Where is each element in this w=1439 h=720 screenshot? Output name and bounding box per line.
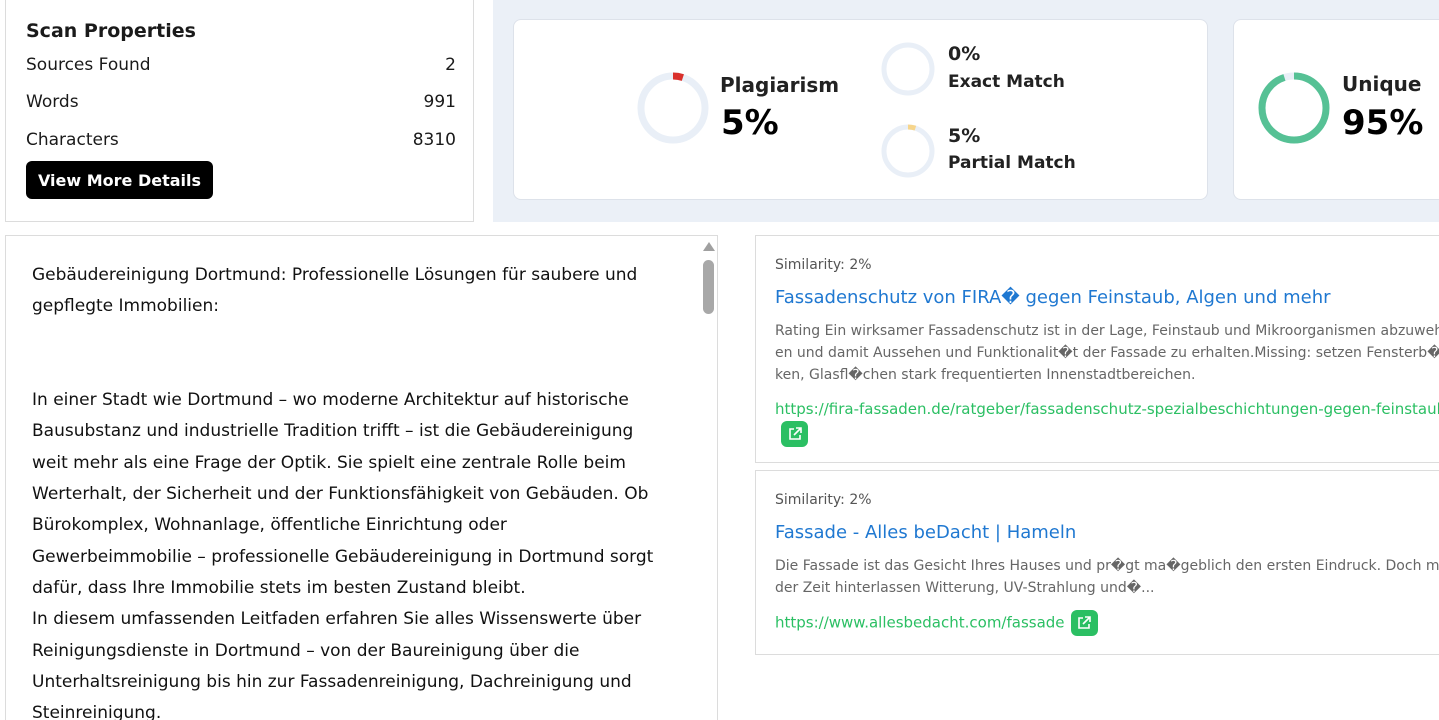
similarity-label: Similarity: 2%	[775, 492, 872, 508]
source-snippet: Die Fassade ist das Gesicht Ihres Hauses…	[775, 558, 1439, 596]
source-card: Similarity: 2% Fassade - Alles beDacht |…	[755, 470, 1439, 655]
unique-value: 95%	[1342, 103, 1424, 143]
unique-donut	[1258, 72, 1330, 144]
stats-panel: Plagiarism 5% 0% Exact Match 5% Partial …	[493, 0, 1439, 222]
source-snippet: Rating Ein wirksamer Fassadenschutz ist …	[775, 323, 1439, 383]
unique-card: Unique 95%	[1233, 19, 1439, 200]
words-value: 991	[423, 92, 456, 112]
view-more-details-button[interactable]: View More Details	[26, 161, 213, 199]
sources-found-value: 2	[445, 55, 456, 75]
plagiarism-donut	[637, 72, 709, 144]
words-row: Words 991	[26, 92, 456, 112]
unique-label: Unique	[1342, 72, 1422, 96]
scroll-up-arrow-icon[interactable]	[703, 242, 715, 251]
plagiarism-donut-track	[637, 72, 709, 144]
plagiarism-card: Plagiarism 5% 0% Exact Match 5% Partial …	[513, 19, 1208, 200]
scan-properties-card: Scan Properties Sources Found 2 Words 99…	[5, 0, 474, 222]
source-url-link[interactable]: https://fira-fassaden.de/ratgeber/fassad…	[775, 400, 1439, 418]
source-url-link[interactable]: https://www.allesbedacht.com/fassade	[775, 614, 1065, 632]
scan-properties-title: Scan Properties	[26, 20, 196, 42]
characters-label: Characters	[26, 130, 119, 150]
partial-match-donut	[881, 124, 935, 178]
partial-match-value: 5%	[948, 125, 981, 147]
exact-match-value: 0%	[948, 43, 981, 65]
exact-match-donut	[881, 42, 935, 96]
similarity-label: Similarity: 2%	[775, 257, 872, 273]
characters-value: 8310	[412, 130, 456, 150]
source-url-row: https://www.allesbedacht.com/fassade	[775, 610, 1439, 636]
exact-match-label: Exact Match	[948, 72, 1065, 92]
sources-found-label: Sources Found	[26, 55, 151, 75]
characters-row: Characters 8310	[26, 130, 456, 150]
external-link-icon[interactable]	[781, 421, 808, 447]
partial-match-label: Partial Match	[948, 153, 1076, 173]
external-link-icon[interactable]	[1070, 610, 1098, 636]
source-card: Similarity: 2% Fassadenschutz von FIRA� …	[755, 235, 1439, 463]
source-title-link[interactable]: Fassadenschutz von FIRA� gegen Feinstaub…	[775, 287, 1331, 308]
source-url-row: https://fira-fassaden.de/ratgeber/fassad…	[775, 397, 1439, 447]
partial-match-donut-track	[881, 124, 935, 178]
source-title-link[interactable]: Fassade - Alles beDacht | Hameln	[775, 522, 1076, 543]
document-text: Gebäudereinigung Dortmund: Professionell…	[32, 265, 654, 720]
words-label: Words	[26, 92, 79, 112]
unique-donut-arc	[1258, 72, 1330, 144]
document-text-panel[interactable]: Gebäudereinigung Dortmund: Professionell…	[5, 235, 718, 720]
plagiarism-value: 5%	[721, 103, 779, 143]
exact-match-donut-track	[881, 42, 935, 96]
sources-found-row: Sources Found 2	[26, 55, 456, 75]
plagiarism-report: Scan Properties Sources Found 2 Words 99…	[0, 0, 1439, 720]
plagiarism-label: Plagiarism	[720, 73, 840, 97]
scrollbar-thumb[interactable]	[703, 260, 714, 314]
